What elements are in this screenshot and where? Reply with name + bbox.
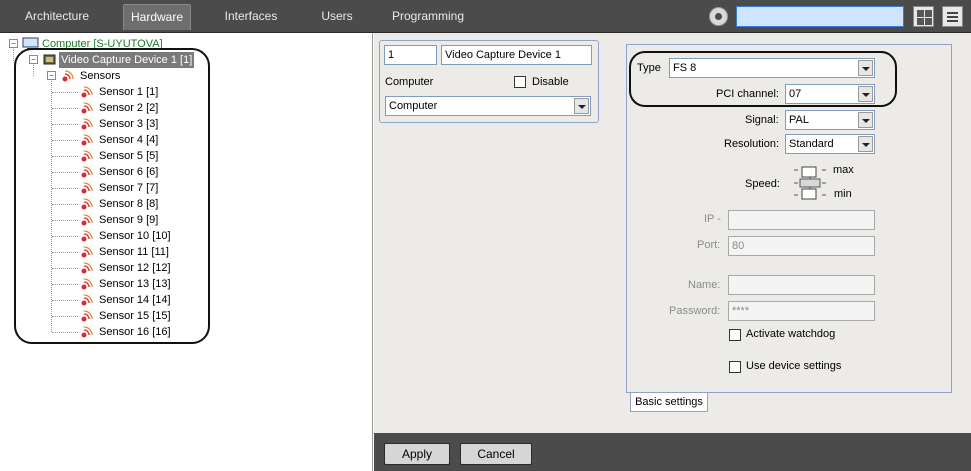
signal-select[interactable]: PAL [785,110,875,130]
chevron-down-icon [574,98,589,114]
settings-icon[interactable] [709,7,728,26]
highlight-callout-type [629,51,897,107]
speed-max-label: max [833,164,854,176]
object-id-field[interactable] [384,45,437,65]
signal-label: Signal: [745,114,779,126]
name-label: Name: [688,279,721,291]
watchdog-label: Activate watchdog [746,328,836,340]
collapse-root-toggle[interactable]: − [9,39,18,48]
tab-interfaces[interactable]: Interfaces [218,4,284,30]
password-label: Password: [669,305,721,317]
chevron-down-icon [858,136,873,152]
name-field[interactable] [728,275,875,295]
device-settings-checkbox[interactable] [729,361,741,373]
tab-users[interactable]: Users [314,4,360,30]
ip-label: IP - [704,213,721,225]
ip-field[interactable] [728,210,875,230]
object-name-field[interactable] [441,45,592,65]
highlight-callout-tree [14,48,210,344]
parent-select-value: Computer [389,100,438,112]
top-navigation-bar: Architecture Hardware Interfaces Users P… [0,0,971,33]
tab-basic-settings[interactable]: Basic settings [630,393,708,412]
disable-label: Disable [532,76,569,88]
parent-select[interactable]: Computer [385,96,591,116]
layout-grid-icon[interactable] [913,6,934,27]
apply-button[interactable]: Apply [384,443,450,465]
tab-programming[interactable]: Programming [390,4,466,30]
cancel-button[interactable]: Cancel [460,443,532,465]
resolution-select-value: Standard [789,138,834,150]
speed-min-label: min [834,188,852,200]
parent-label: Computer [385,76,434,88]
signal-select-value: PAL [789,114,809,126]
device-settings-label: Use device settings [746,360,842,372]
resolution-label: Resolution: [724,138,780,150]
resolution-select[interactable]: Standard [785,134,875,154]
speed-slider[interactable] [792,165,828,201]
watchdog-checkbox[interactable] [729,329,741,341]
port-field[interactable]: 80 [728,236,875,256]
disable-checkbox[interactable] [514,76,526,88]
password-field[interactable]: **** [728,301,875,321]
chevron-down-icon [858,112,873,128]
search-input[interactable] [736,6,904,27]
speed-label: Speed: [745,178,780,190]
menu-icon[interactable] [942,6,963,27]
tree-line [13,49,14,61]
port-label: Port: [697,239,721,251]
tab-hardware[interactable]: Hardware [123,4,191,30]
tab-architecture[interactable]: Architecture [18,4,96,30]
